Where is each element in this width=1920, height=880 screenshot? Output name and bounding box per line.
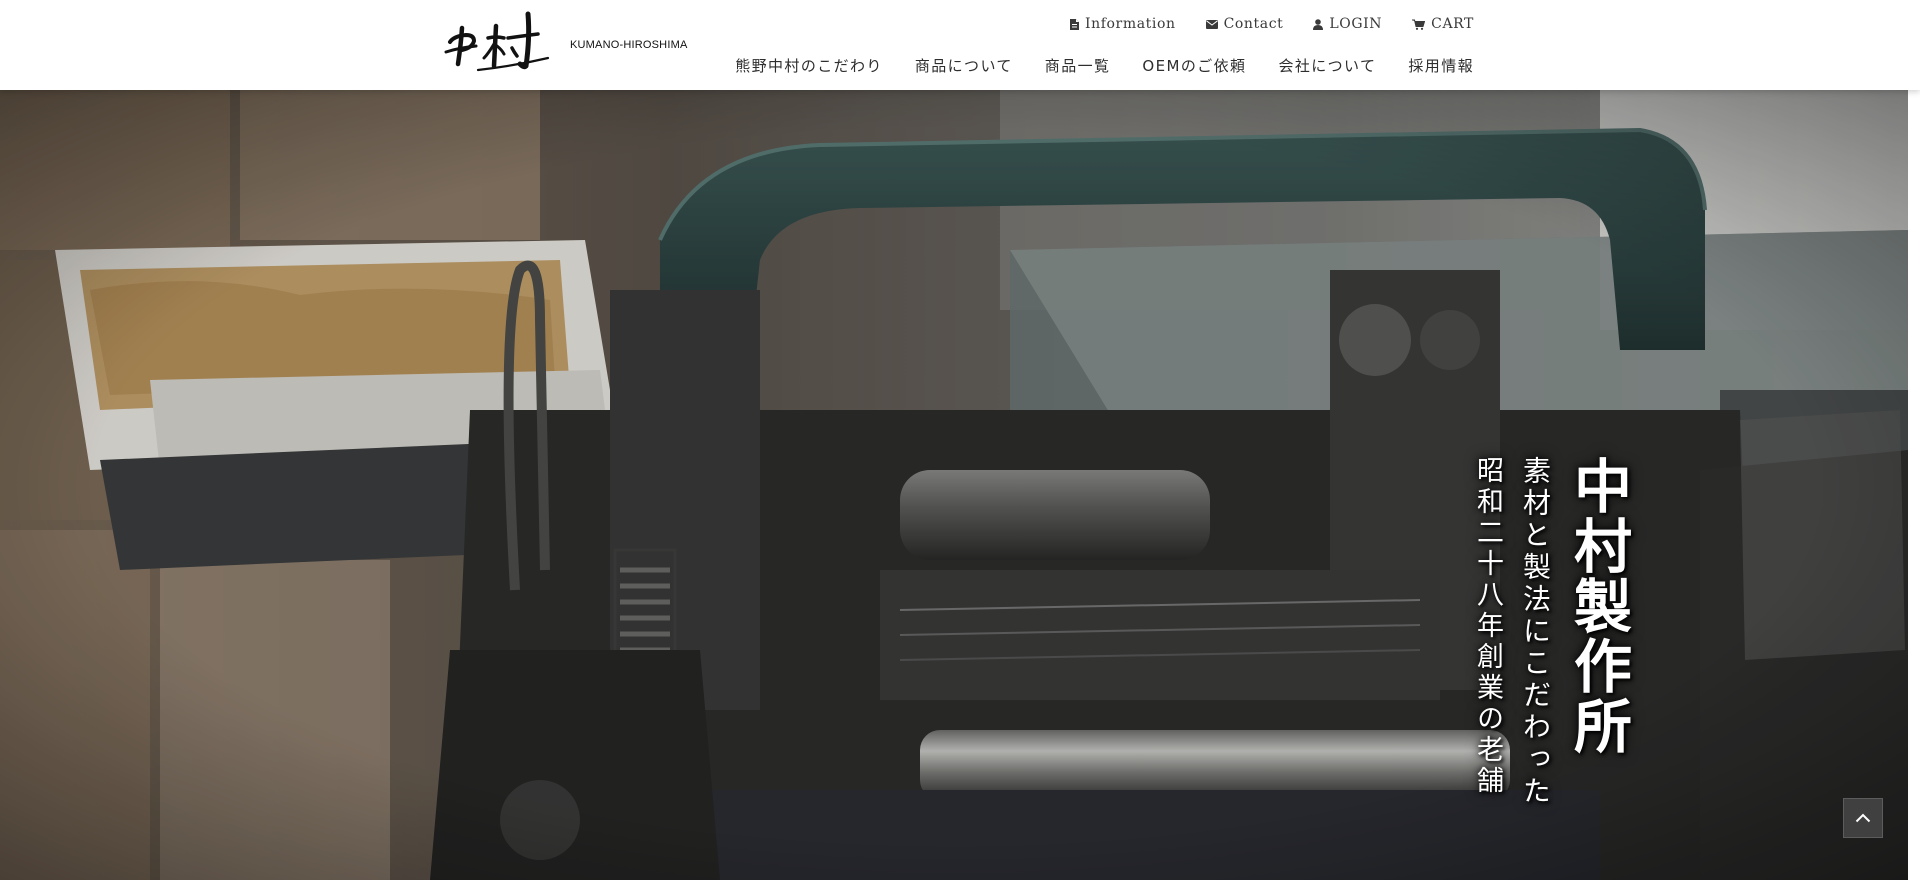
page-scroll-gutter (1908, 90, 1920, 880)
brand-logo-mark (444, 11, 550, 72)
login-link[interactable]: LOGIN (1313, 16, 1382, 32)
cart-icon (1412, 19, 1426, 30)
nav-recruit[interactable]: 採用情報 (1408, 55, 1474, 76)
brand-subtitle: KUMANO-HIROSHIMA (570, 39, 688, 51)
main-nav: 熊野中村のこだわり 商品について 商品一覧 OEMのご依頼 会社について 採用情… (735, 55, 1474, 76)
cart-link[interactable]: CART (1412, 16, 1474, 32)
contact-link[interactable]: Contact (1205, 16, 1284, 32)
cart-label: CART (1431, 16, 1474, 32)
information-label: Information (1084, 16, 1176, 32)
nav-product-list[interactable]: 商品一覧 (1045, 55, 1111, 76)
nav-oem-request[interactable]: OEMのご依頼 (1142, 55, 1246, 76)
hero-copy: 中村製作所 素材と製法にこだわった 昭和二十八年創業の老舗 (1470, 370, 1632, 808)
nav-about-products[interactable]: 商品について (915, 55, 1013, 76)
nav-kodawari[interactable]: 熊野中村のこだわり (735, 55, 883, 76)
site-header: KUMANO-HIROSHIMA Information Contact LOG… (0, 0, 1920, 90)
site-logo[interactable]: KUMANO-HIROSHIMA (444, 8, 687, 74)
information-link[interactable]: Information (1069, 16, 1176, 32)
envelope-icon (1205, 19, 1218, 29)
login-label: LOGIN (1329, 16, 1383, 32)
hero-section: 中村製作所 素材と製法にこだわった 昭和二十八年創業の老舗 (0, 90, 1908, 880)
document-icon (1069, 18, 1079, 30)
chevron-up-icon (1855, 813, 1871, 823)
user-icon (1313, 18, 1324, 30)
utility-nav: Information Contact LOGIN CART (1069, 16, 1474, 32)
hero-title: 中村製作所 (1564, 456, 1632, 756)
hero-tagline-2: 昭和二十八年創業の老舗 (1472, 456, 1503, 797)
back-to-top-button[interactable] (1843, 798, 1883, 838)
hero-tagline-1: 素材と製法にこだわった (1519, 456, 1552, 808)
nav-company[interactable]: 会社について (1278, 55, 1376, 76)
contact-label: Contact (1223, 16, 1284, 32)
